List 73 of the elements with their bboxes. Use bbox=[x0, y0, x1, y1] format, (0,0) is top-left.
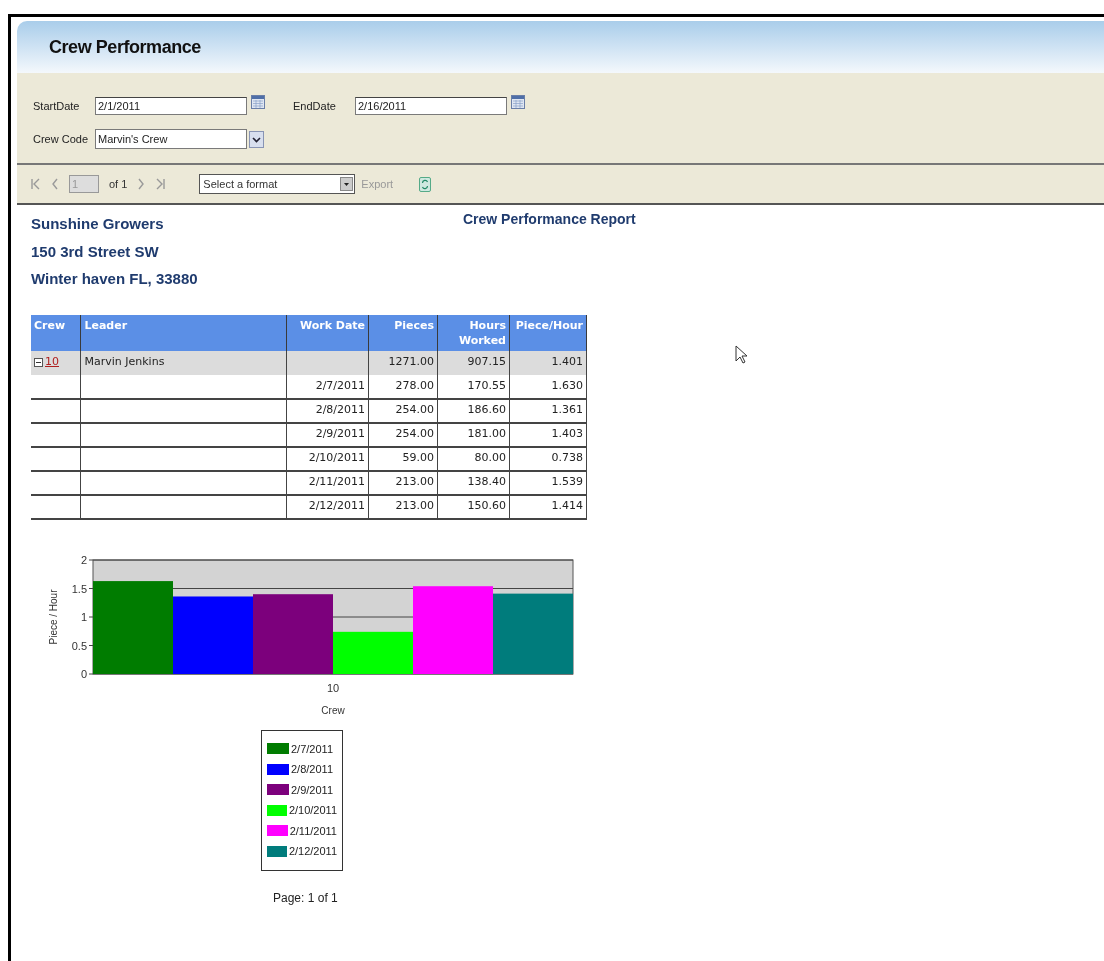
refresh-icon[interactable] bbox=[419, 176, 432, 192]
table-cell: 170.55 bbox=[437, 374, 510, 399]
legend-label: 2/10/2011 bbox=[288, 803, 337, 818]
legend-label: 2/7/2011 bbox=[291, 741, 333, 757]
table-cell: 186.60 bbox=[437, 398, 510, 423]
table-cell: 150.60 bbox=[437, 494, 510, 519]
page-footer: Page: 1 of 1 bbox=[273, 888, 338, 907]
calendar-icon[interactable] bbox=[251, 95, 265, 109]
window-title: Crew Performance bbox=[49, 35, 201, 59]
crew-dropdown[interactable]: Marvin's Crew bbox=[95, 129, 247, 149]
calendar-icon[interactable] bbox=[511, 95, 525, 109]
crew-link[interactable]: 10 bbox=[45, 354, 59, 371]
y-tick-label: 1.5 bbox=[71, 582, 87, 594]
field-label: Crew Code bbox=[33, 131, 90, 147]
table-cell: 138.40 bbox=[437, 470, 510, 495]
field-label: EndDate bbox=[293, 98, 337, 114]
table-cell: 1.539 bbox=[509, 470, 587, 495]
legend-label: 2/9/2011 bbox=[291, 782, 333, 798]
table-cell: 907.15 bbox=[437, 350, 510, 375]
company-address-line: Sunshine Growers bbox=[31, 214, 164, 234]
collapse-icon[interactable] bbox=[34, 358, 43, 367]
table-cell: 2/12/2011 bbox=[286, 494, 369, 519]
legend-label: 2/8/2011 bbox=[291, 762, 333, 777]
company-address-line: Winter haven FL, 33880 bbox=[31, 269, 198, 289]
page-count: of 1 bbox=[109, 176, 128, 192]
table-cell: 278.00 bbox=[368, 374, 438, 399]
column-header: Work Date bbox=[286, 314, 369, 351]
table-cell[interactable]: 10 bbox=[31, 350, 81, 375]
last-page-icon[interactable] bbox=[155, 178, 166, 190]
table-cell: 59.00 bbox=[368, 446, 438, 471]
legend-label: 2/12/2011 bbox=[288, 844, 337, 859]
date-field[interactable]: 2/16/2011 bbox=[355, 97, 507, 115]
table-cell: 1.414 bbox=[509, 494, 587, 519]
y-tick-label: 0 bbox=[80, 667, 87, 680]
table-cell: 254.00 bbox=[368, 398, 438, 423]
y-axis-title: Piece / Hour bbox=[48, 589, 59, 644]
table-cell: 1.401 bbox=[509, 350, 587, 375]
table-cell: 80.00 bbox=[437, 446, 510, 471]
previous-page-icon[interactable] bbox=[51, 178, 59, 190]
table-cell: 213.00 bbox=[368, 494, 438, 519]
table-cell: 1.361 bbox=[509, 398, 587, 423]
column-header: Leader bbox=[80, 314, 287, 351]
table-cell: 1.630 bbox=[509, 374, 587, 399]
table-cell: 2/11/2011 bbox=[286, 470, 369, 495]
field-label: StartDate bbox=[33, 98, 81, 114]
x-tick-label: 10 bbox=[326, 681, 340, 694]
mouse-pointer-icon bbox=[735, 345, 747, 364]
table-cell: 0.738 bbox=[509, 446, 587, 471]
column-header: Hours Worked bbox=[437, 314, 510, 351]
table-cell: 213.00 bbox=[368, 470, 438, 495]
y-tick-label: 0.5 bbox=[71, 639, 87, 651]
column-header: Crew bbox=[31, 314, 81, 351]
table-cell: 1271.00 bbox=[368, 350, 438, 375]
y-tick-label: 2 bbox=[80, 553, 87, 566]
date-field[interactable]: 2/1/2011 bbox=[95, 97, 247, 115]
table-cell: 2/7/2011 bbox=[286, 374, 369, 399]
company-address-line: 150 3rd Street SW bbox=[31, 241, 159, 262]
y-tick-label: 1 bbox=[80, 610, 87, 623]
table-cell: 2/10/2011 bbox=[286, 446, 369, 471]
column-header: Piece/Hour bbox=[509, 314, 587, 351]
table-cell: 2/8/2011 bbox=[286, 398, 369, 423]
format-dropdown[interactable]: Select a format bbox=[199, 174, 356, 194]
table-cell: Marvin Jenkins bbox=[80, 350, 287, 375]
table-cell: 1.403 bbox=[509, 422, 587, 447]
next-page-icon[interactable] bbox=[137, 178, 146, 190]
table-cell: 254.00 bbox=[368, 422, 438, 447]
first-page-icon[interactable] bbox=[31, 178, 41, 190]
report-title: Crew Performance Report bbox=[463, 210, 636, 229]
column-header: Pieces bbox=[368, 314, 438, 351]
legend-label: 2/11/2011 bbox=[289, 823, 337, 839]
table-cell: 181.00 bbox=[437, 422, 510, 447]
x-axis-title: Crew bbox=[321, 704, 345, 714]
table-cell: 2/9/2011 bbox=[286, 422, 369, 447]
